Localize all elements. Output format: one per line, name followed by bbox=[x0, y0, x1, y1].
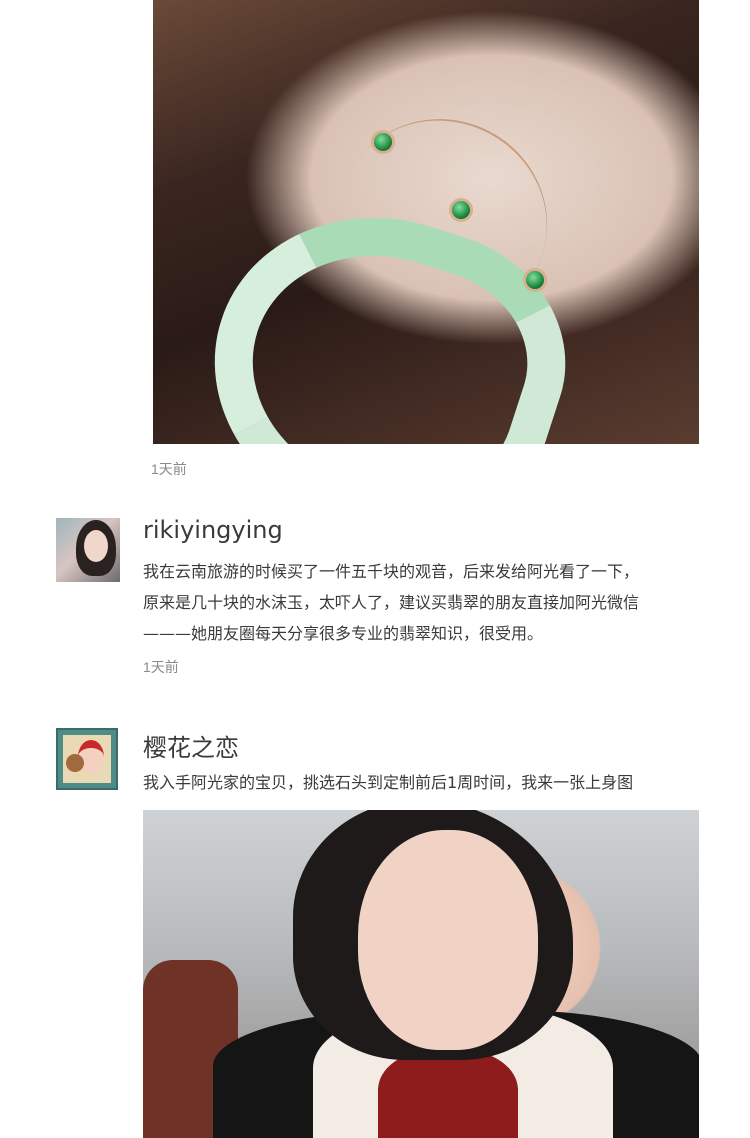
avatar[interactable] bbox=[56, 728, 118, 790]
comment-photo-jade-bangle[interactable] bbox=[153, 0, 699, 444]
comment-timestamp: 1天前 bbox=[151, 461, 187, 477]
face-shape bbox=[358, 830, 538, 1050]
comment-line: 我在云南旅游的时候买了一件五千块的观音，后来发给阿光看了一下， bbox=[143, 562, 640, 581]
avatar-bear-shape bbox=[66, 754, 84, 772]
comment-text: 我入手阿光家的宝贝，挑选石头到定制前后1周时间，我来一张上身图 bbox=[143, 767, 703, 798]
emerald-gem-shape bbox=[523, 268, 547, 292]
avatar-face-shape bbox=[84, 530, 108, 562]
comment-username[interactable]: rikiyingying bbox=[143, 516, 283, 544]
comment-line: 我入手阿光家的宝贝，挑选石头到定制前后1周时间，我来一张上身图 bbox=[143, 773, 634, 792]
comment-timestamp: 1天前 bbox=[143, 659, 179, 675]
avatar[interactable] bbox=[56, 518, 120, 582]
sweater-shape bbox=[378, 1050, 518, 1138]
emerald-gem-shape bbox=[449, 198, 473, 222]
comment-text: 我在云南旅游的时候买了一件五千块的观音，后来发给阿光看了一下， 原来是几十块的水… bbox=[143, 556, 703, 649]
comment-username[interactable]: 樱花之恋 bbox=[143, 728, 239, 763]
emerald-gem-shape bbox=[371, 130, 395, 154]
comment-line: ———她朋友圈每天分享很多专业的翡翠知识，很受用。 bbox=[143, 624, 544, 643]
comment-line: 原来是几十块的水沫玉，太吓人了，建议买翡翠的朋友直接加阿光微信 bbox=[143, 593, 640, 612]
comment-photo-wearing-jade[interactable] bbox=[143, 810, 699, 1138]
